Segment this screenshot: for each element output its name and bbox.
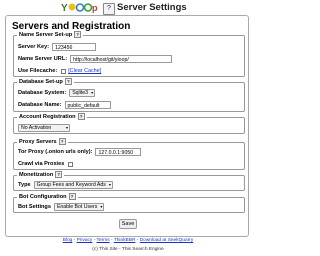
chevron-down-icon: ▾ bbox=[100, 204, 103, 209]
tor-proxy-input[interactable]: 127.0.0.1:9050 bbox=[95, 148, 142, 156]
name-server-fieldset: Name Server Set-up ? Server Key: 123456 … bbox=[13, 31, 245, 77]
db-name-input[interactable]: public_default bbox=[64, 101, 111, 109]
server-url-row: Name Server URL: http://localhost/git/yi… bbox=[18, 54, 173, 64]
help-icon[interactable]: ? bbox=[55, 171, 63, 178]
account-fieldset: Account Registration ? No Activation ▾ bbox=[13, 113, 245, 134]
crawl-proxies-label: Crawl via Proxies bbox=[18, 161, 65, 167]
name-server-legend-text: Name Server Set-up bbox=[19, 31, 73, 38]
database-legend-text: Database Set-up bbox=[19, 78, 63, 85]
footer-link-blog[interactable]: Blog bbox=[63, 238, 73, 243]
monetization-type-value: Group Fees and Keyword Ads bbox=[36, 182, 106, 188]
footer-link-download[interactable]: Download at SeekQuarry bbox=[140, 238, 194, 243]
monetization-fieldset: Monetization ? Type Group Fees and Keywo… bbox=[13, 171, 245, 191]
bot-legend-text: Bot Configuration bbox=[19, 193, 67, 200]
proxy-legend: Proxy Servers ? bbox=[17, 138, 68, 145]
header: Y p ? Server Settings bbox=[0, 0, 256, 16]
db-system-label: Database System: bbox=[18, 90, 67, 96]
footer-copyright: (c) This Site - This Search Engine bbox=[92, 247, 164, 252]
filecache-row: Use Filecache: [Clear Cache] bbox=[18, 66, 101, 76]
db-name-label: Database Name: bbox=[18, 102, 62, 108]
server-url-input[interactable]: http://localhost/git/yioop/ bbox=[70, 55, 173, 63]
database-fieldset: Database Set-up ? Database System: Sqlit… bbox=[13, 78, 245, 112]
tor-proxy-row: Tor Proxy (.onion urls only): 127.0.0.1:… bbox=[18, 147, 142, 157]
db-system-select[interactable]: Sqlite3 ▾ bbox=[69, 89, 96, 97]
db-name-row: Database Name: public_default bbox=[18, 100, 111, 110]
help-icon[interactable]: ? bbox=[77, 113, 85, 120]
footer-link-privacy[interactable]: Privacy bbox=[77, 238, 93, 243]
monetization-legend-text: Monetization bbox=[19, 171, 54, 178]
crawl-proxies-row: Crawl via Proxies bbox=[18, 159, 74, 169]
crawl-proxies-checkbox[interactable] bbox=[68, 161, 74, 167]
footer-link-thinkbbr[interactable]: ThinkBBR bbox=[114, 238, 136, 243]
server-key-label: Server Key: bbox=[18, 44, 50, 50]
footer-link-terms[interactable]: Terms bbox=[97, 238, 110, 243]
help-icon[interactable]: ? bbox=[74, 31, 82, 38]
chevron-down-icon: ▾ bbox=[91, 90, 94, 95]
server-key-row: Server Key: 123456 bbox=[18, 42, 97, 52]
footer-separator: - bbox=[136, 238, 139, 243]
help-icon[interactable]: ? bbox=[103, 3, 115, 15]
account-legend-text: Account Registration bbox=[19, 113, 76, 120]
account-row: No Activation ▾ bbox=[18, 123, 70, 133]
database-legend: Database Set-up ? bbox=[17, 78, 74, 85]
account-legend: Account Registration ? bbox=[17, 113, 87, 120]
bot-fieldset: Bot Configuration ? Bot Settings Enable … bbox=[13, 193, 245, 213]
clear-cache-link[interactable]: [Clear Cache] bbox=[68, 68, 101, 74]
svg-text:p: p bbox=[92, 3, 98, 13]
name-server-legend: Name Server Set-up ? bbox=[17, 31, 84, 38]
help-icon[interactable]: ? bbox=[68, 193, 76, 200]
monetization-legend: Monetization ? bbox=[17, 171, 65, 178]
monetization-type-label: Type bbox=[18, 182, 31, 188]
proxy-fieldset: Proxy Servers ? Tor Proxy (.onion urls o… bbox=[13, 138, 245, 170]
svg-text:Y: Y bbox=[61, 3, 68, 14]
yioop-logo[interactable]: Y p bbox=[61, 1, 101, 14]
monetization-row: Type Group Fees and Keyword Ads ▾ bbox=[18, 180, 113, 190]
save-button[interactable]: Save bbox=[119, 219, 137, 229]
filecache-label: Use Filecache: bbox=[18, 68, 58, 74]
account-registration-value: No Activation bbox=[21, 125, 52, 131]
page-title: Server Settings bbox=[117, 2, 187, 13]
chevron-down-icon: ▾ bbox=[108, 182, 111, 187]
footer-separator: - bbox=[110, 238, 113, 243]
footer-links: Blog - Privacy - Terms - ThinkBBR - Down… bbox=[0, 238, 256, 243]
account-registration-select[interactable]: No Activation ▾ bbox=[18, 124, 70, 132]
bot-row: Bot Settings Enable Bot Users ▾ bbox=[18, 202, 105, 212]
bot-settings-label: Bot Settings bbox=[18, 204, 51, 210]
bot-settings-select[interactable]: Enable Bot Users ▾ bbox=[53, 203, 105, 211]
footer-separator: - bbox=[73, 238, 76, 243]
db-system-value: Sqlite3 bbox=[72, 90, 89, 96]
bot-legend: Bot Configuration ? bbox=[17, 193, 78, 200]
chevron-down-icon: ▾ bbox=[65, 125, 68, 130]
help-icon[interactable]: ? bbox=[64, 78, 72, 85]
filecache-checkbox[interactable] bbox=[61, 68, 67, 74]
tor-proxy-label: Tor Proxy (.onion urls only): bbox=[18, 149, 93, 155]
footer-separator: - bbox=[93, 238, 96, 243]
server-key-input[interactable]: 123456 bbox=[52, 43, 97, 51]
db-system-row: Database System: Sqlite3 ▾ bbox=[18, 88, 96, 98]
proxy-legend-text: Proxy Servers bbox=[19, 138, 57, 145]
monetization-type-select[interactable]: Group Fees and Keyword Ads ▾ bbox=[33, 181, 113, 189]
server-url-label: Name Server URL: bbox=[18, 56, 68, 62]
bot-settings-value: Enable Bot Users bbox=[56, 204, 98, 210]
help-icon[interactable]: ? bbox=[58, 138, 66, 145]
